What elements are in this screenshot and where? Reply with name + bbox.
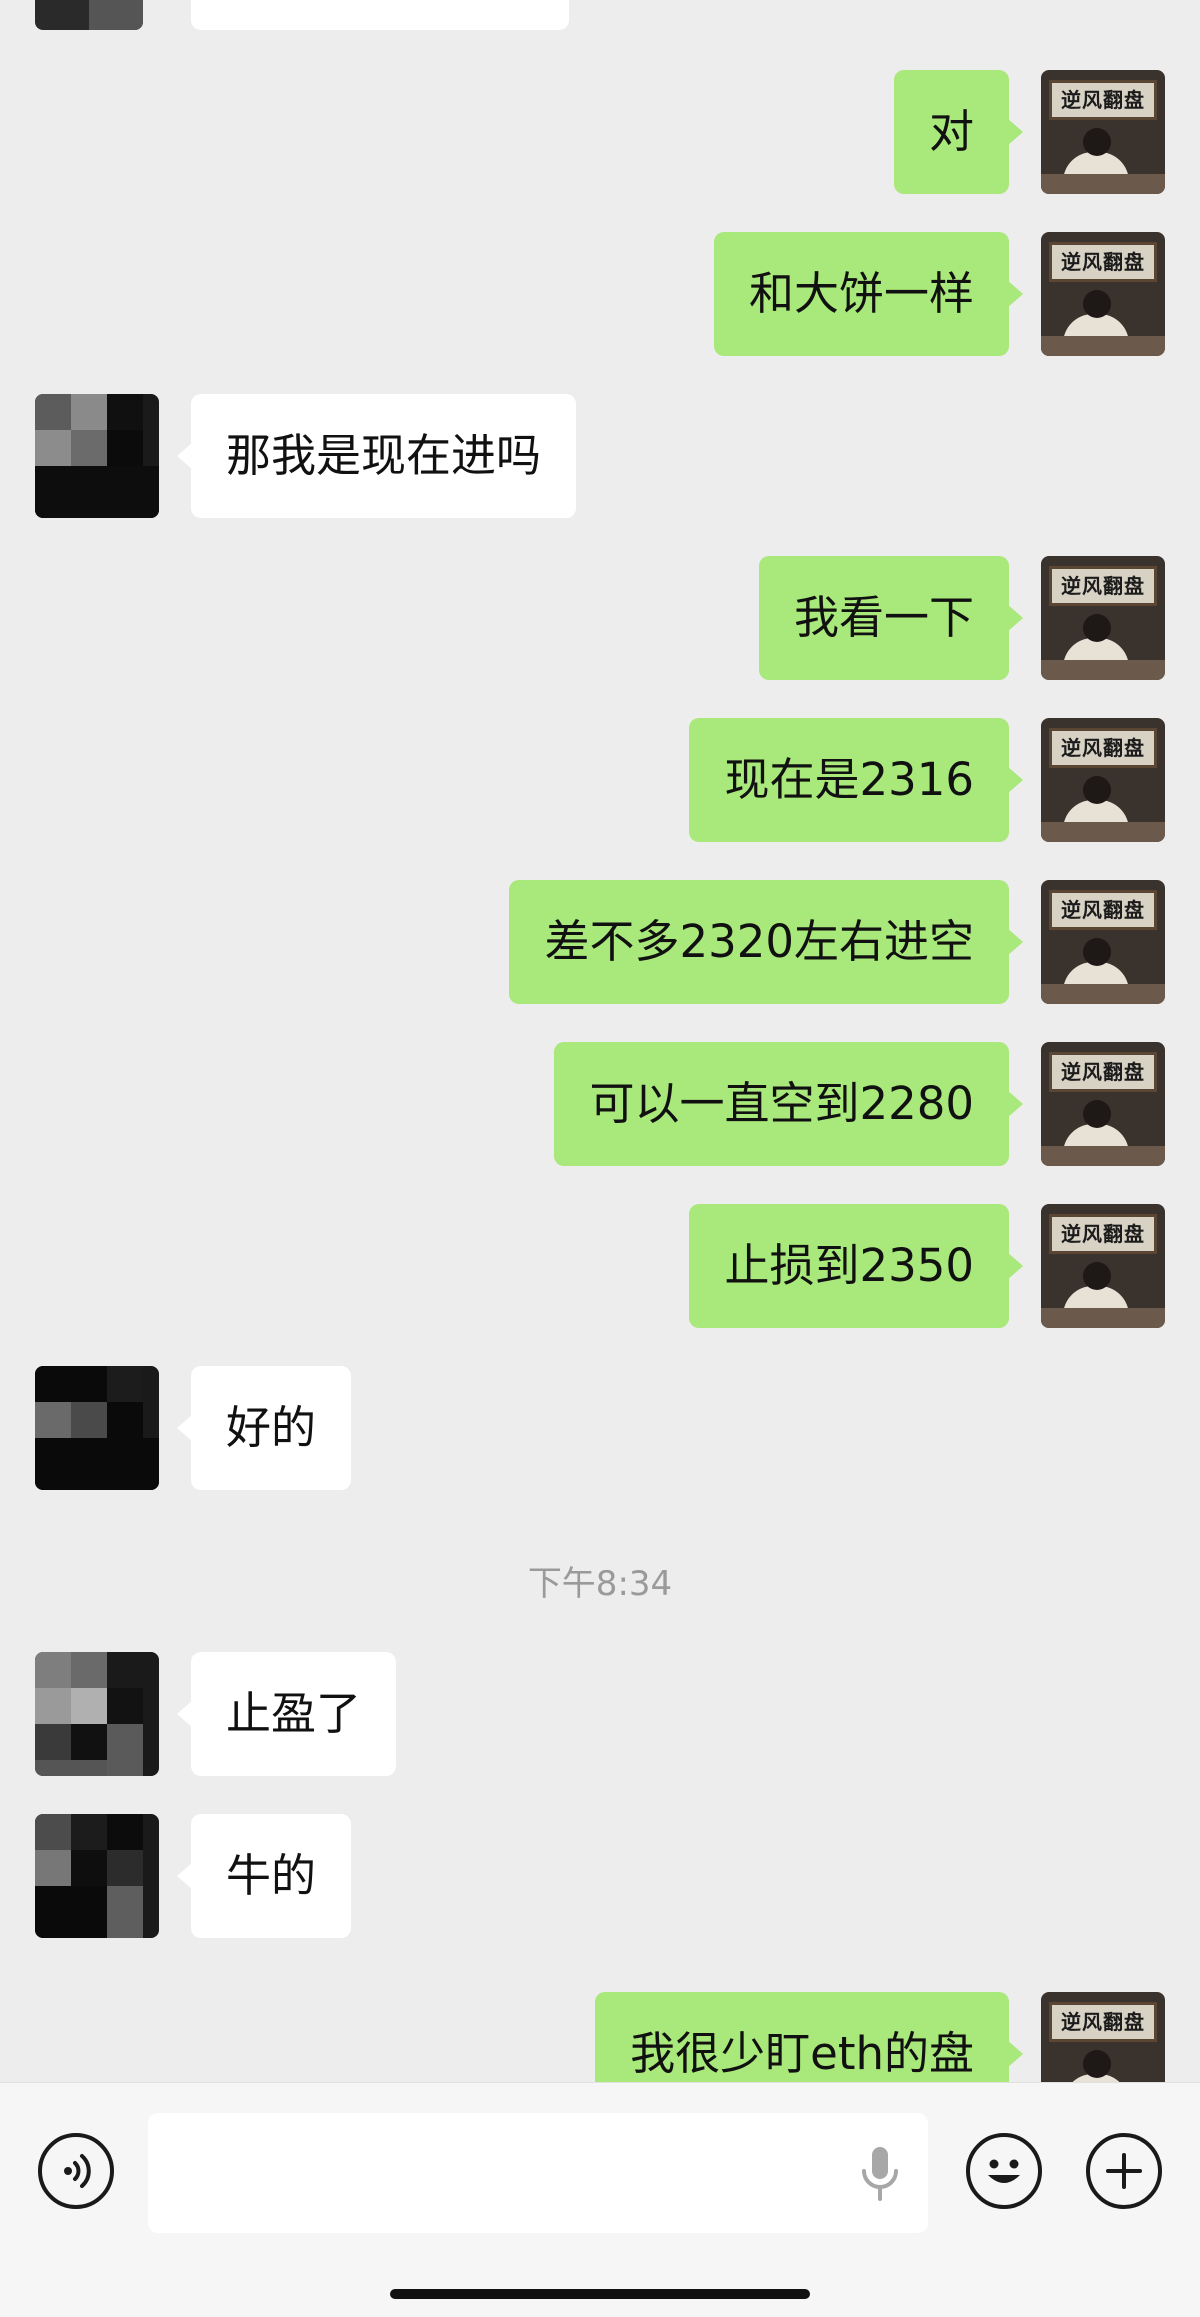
message-bubble[interactable]: 和大饼一样 [713, 232, 1024, 356]
contact-avatar[interactable] [35, 1652, 159, 1776]
chat-message-list[interactable]: 对 逆风翻盘 和大饼一样 逆风翻盘 那我是现在进吗 我看一下 逆风翻盘 现在是2… [0, 0, 1200, 2082]
message-bubble[interactable]: 好的 [176, 1366, 352, 1490]
message-bubble[interactable]: 差不多2320左右进空 [509, 880, 1023, 1004]
emoji-button[interactable] [966, 2133, 1042, 2209]
message-row: 和大饼一样 逆风翻盘 [0, 232, 1200, 356]
avatar-sign-text: 逆风翻盘 [1049, 890, 1157, 930]
home-indicator[interactable] [390, 2289, 810, 2299]
message-row: 对 逆风翻盘 [0, 70, 1200, 194]
plus-icon [1106, 2153, 1142, 2189]
message-row: 止盈了 [0, 1652, 1200, 1776]
message-bubble[interactable]: 牛的 [176, 1814, 352, 1938]
voice-toggle-icon [64, 2154, 91, 2188]
my-avatar[interactable]: 逆风翻盘 [1041, 1042, 1165, 1166]
message-row: 可以一直空到2280 逆风翻盘 [0, 1042, 1200, 1166]
message-bubble[interactable]: 我看一下 [758, 556, 1024, 680]
message-row: 我很少盯eth的盘 逆风翻盘 [0, 1992, 1200, 2082]
my-avatar[interactable]: 逆风翻盘 [1041, 70, 1165, 194]
message-row: 牛的 [0, 1814, 1200, 1938]
message-bubble[interactable]: 可以一直空到2280 [554, 1042, 1023, 1166]
message-row: 现在是2316 逆风翻盘 [0, 718, 1200, 842]
message-row: 止损到2350 逆风翻盘 [0, 1204, 1200, 1328]
partial-message-bubble [191, 0, 569, 30]
my-avatar[interactable]: 逆风翻盘 [1041, 1204, 1165, 1328]
my-avatar[interactable]: 逆风翻盘 [1041, 1992, 1165, 2082]
contact-avatar[interactable] [35, 1814, 159, 1938]
chat-input-bar [0, 2082, 1200, 2317]
avatar-sign-text: 逆风翻盘 [1049, 2002, 1157, 2042]
message-row: 那我是现在进吗 [0, 394, 1200, 518]
message-text-input[interactable] [148, 2113, 928, 2233]
message-row: 我看一下 逆风翻盘 [0, 556, 1200, 680]
avatar-sign-text: 逆风翻盘 [1049, 1214, 1157, 1254]
contact-avatar[interactable] [35, 1366, 159, 1490]
message-bubble[interactable]: 止盈了 [176, 1652, 397, 1776]
avatar-sign-text: 逆风翻盘 [1049, 566, 1157, 606]
avatar-sign-text: 逆风翻盘 [1049, 242, 1157, 282]
avatar-sign-text: 逆风翻盘 [1049, 80, 1157, 120]
message-bubble[interactable]: 止损到2350 [689, 1204, 1023, 1328]
my-avatar[interactable]: 逆风翻盘 [1041, 880, 1165, 1004]
message-bubble[interactable]: 那我是现在进吗 [176, 394, 577, 518]
my-avatar[interactable]: 逆风翻盘 [1041, 232, 1165, 356]
my-avatar[interactable]: 逆风翻盘 [1041, 556, 1165, 680]
contact-avatar[interactable] [35, 394, 159, 518]
microphone-button[interactable] [852, 2141, 908, 2205]
message-row: 差不多2320左右进空 逆风翻盘 [0, 880, 1200, 1004]
partial-contact-avatar [35, 0, 143, 30]
message-bubble[interactable]: 我很少盯eth的盘 [595, 1992, 1023, 2082]
message-row: 好的 [0, 1366, 1200, 1490]
avatar-sign-text: 逆风翻盘 [1049, 728, 1157, 768]
message-bubble[interactable]: 对 [893, 70, 1024, 194]
message-timestamp: 下午8:34 [527, 1564, 673, 1604]
emoji-icon [988, 2159, 1020, 2183]
my-avatar[interactable]: 逆风翻盘 [1041, 718, 1165, 842]
message-bubble[interactable]: 现在是2316 [689, 718, 1023, 842]
microphone-icon [862, 2147, 898, 2201]
more-plus-button[interactable] [1086, 2133, 1162, 2209]
avatar-sign-text: 逆风翻盘 [1049, 1052, 1157, 1092]
voice-toggle-button[interactable] [38, 2133, 114, 2209]
